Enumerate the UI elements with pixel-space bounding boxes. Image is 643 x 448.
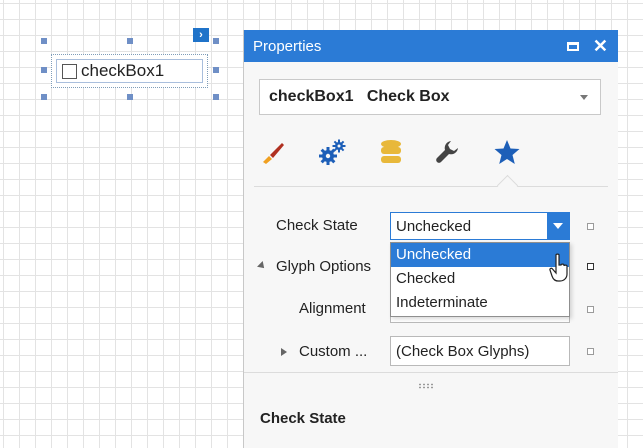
check-state-dropdown-button[interactable] xyxy=(547,213,569,239)
resize-handle[interactable] xyxy=(213,67,219,73)
tab-layout[interactable] xyxy=(430,134,464,170)
resize-handle[interactable] xyxy=(41,38,47,44)
check-state-label: Check State xyxy=(276,217,358,234)
alignment-reset[interactable] xyxy=(587,306,594,313)
tab-appearance[interactable] xyxy=(256,134,290,170)
description-splitter[interactable] xyxy=(244,372,618,373)
checkbox-control-selection[interactable]: checkBox1 xyxy=(51,54,208,88)
gears-icon xyxy=(319,139,346,165)
resize-handle[interactable] xyxy=(41,67,47,73)
dropdown-option-unchecked[interactable]: Unchecked xyxy=(391,243,569,267)
chevron-down-icon xyxy=(580,94,588,100)
custom-editor[interactable]: (Check Box Glyphs) xyxy=(390,336,570,366)
object-selector[interactable]: checkBox1 Check Box xyxy=(259,79,601,115)
custom-value: (Check Box Glyphs) xyxy=(396,342,530,360)
resize-handle[interactable] xyxy=(127,38,133,44)
close-icon[interactable]: ✕ xyxy=(593,37,608,55)
glyph-options-reset[interactable] xyxy=(587,263,594,270)
properties-panel: Properties ✕ checkBox1 Check Box Check S… xyxy=(243,30,618,448)
panel-title: Properties xyxy=(253,37,322,55)
resize-handle[interactable] xyxy=(41,94,47,100)
resize-handle[interactable] xyxy=(213,94,219,100)
checkbox-control[interactable]: checkBox1 xyxy=(56,59,203,83)
chevron-down-icon xyxy=(553,223,563,229)
tab-data[interactable] xyxy=(374,134,408,170)
property-tabs xyxy=(244,134,619,184)
mouse-cursor-icon xyxy=(549,253,568,282)
dropdown-option-indeterminate[interactable]: Indeterminate xyxy=(391,291,569,315)
wrench-icon xyxy=(436,141,458,163)
tab-favorites[interactable] xyxy=(490,134,524,170)
check-state-value: Unchecked xyxy=(396,217,472,235)
collapse-arrow-icon[interactable] xyxy=(257,261,267,271)
checkbox-square[interactable] xyxy=(62,63,77,79)
chevron-right-icon: › xyxy=(199,29,203,41)
tab-behavior[interactable] xyxy=(316,134,350,170)
resize-handle[interactable] xyxy=(127,94,133,100)
checkbox-label: checkBox1 xyxy=(81,61,165,80)
check-state-editor[interactable]: Unchecked xyxy=(390,212,570,240)
check-state-dropdown-list: Unchecked Checked Indeterminate xyxy=(390,242,570,317)
paint-brush-icon xyxy=(263,143,284,164)
glyph-options-label: Glyph Options xyxy=(276,258,372,275)
custom-reset[interactable] xyxy=(587,348,594,355)
description-title: Check State xyxy=(260,410,346,427)
expand-arrow-icon[interactable] xyxy=(281,348,287,356)
database-icon xyxy=(381,140,401,163)
tabs-divider xyxy=(254,186,608,187)
check-state-reset[interactable] xyxy=(587,223,594,230)
maximize-icon[interactable] xyxy=(566,41,579,51)
alignment-label: Alignment xyxy=(299,300,366,317)
splitter-grip-icon[interactable] xyxy=(418,383,434,389)
panel-titlebar[interactable]: Properties ✕ xyxy=(244,30,618,62)
object-selector-value: checkBox1 Check Box xyxy=(269,88,450,105)
star-icon xyxy=(494,140,520,164)
dropdown-option-checked[interactable]: Checked xyxy=(391,267,569,291)
smart-tag-button[interactable]: › xyxy=(193,28,209,42)
resize-handle[interactable] xyxy=(213,38,219,44)
custom-label: Custom ... xyxy=(299,343,368,360)
